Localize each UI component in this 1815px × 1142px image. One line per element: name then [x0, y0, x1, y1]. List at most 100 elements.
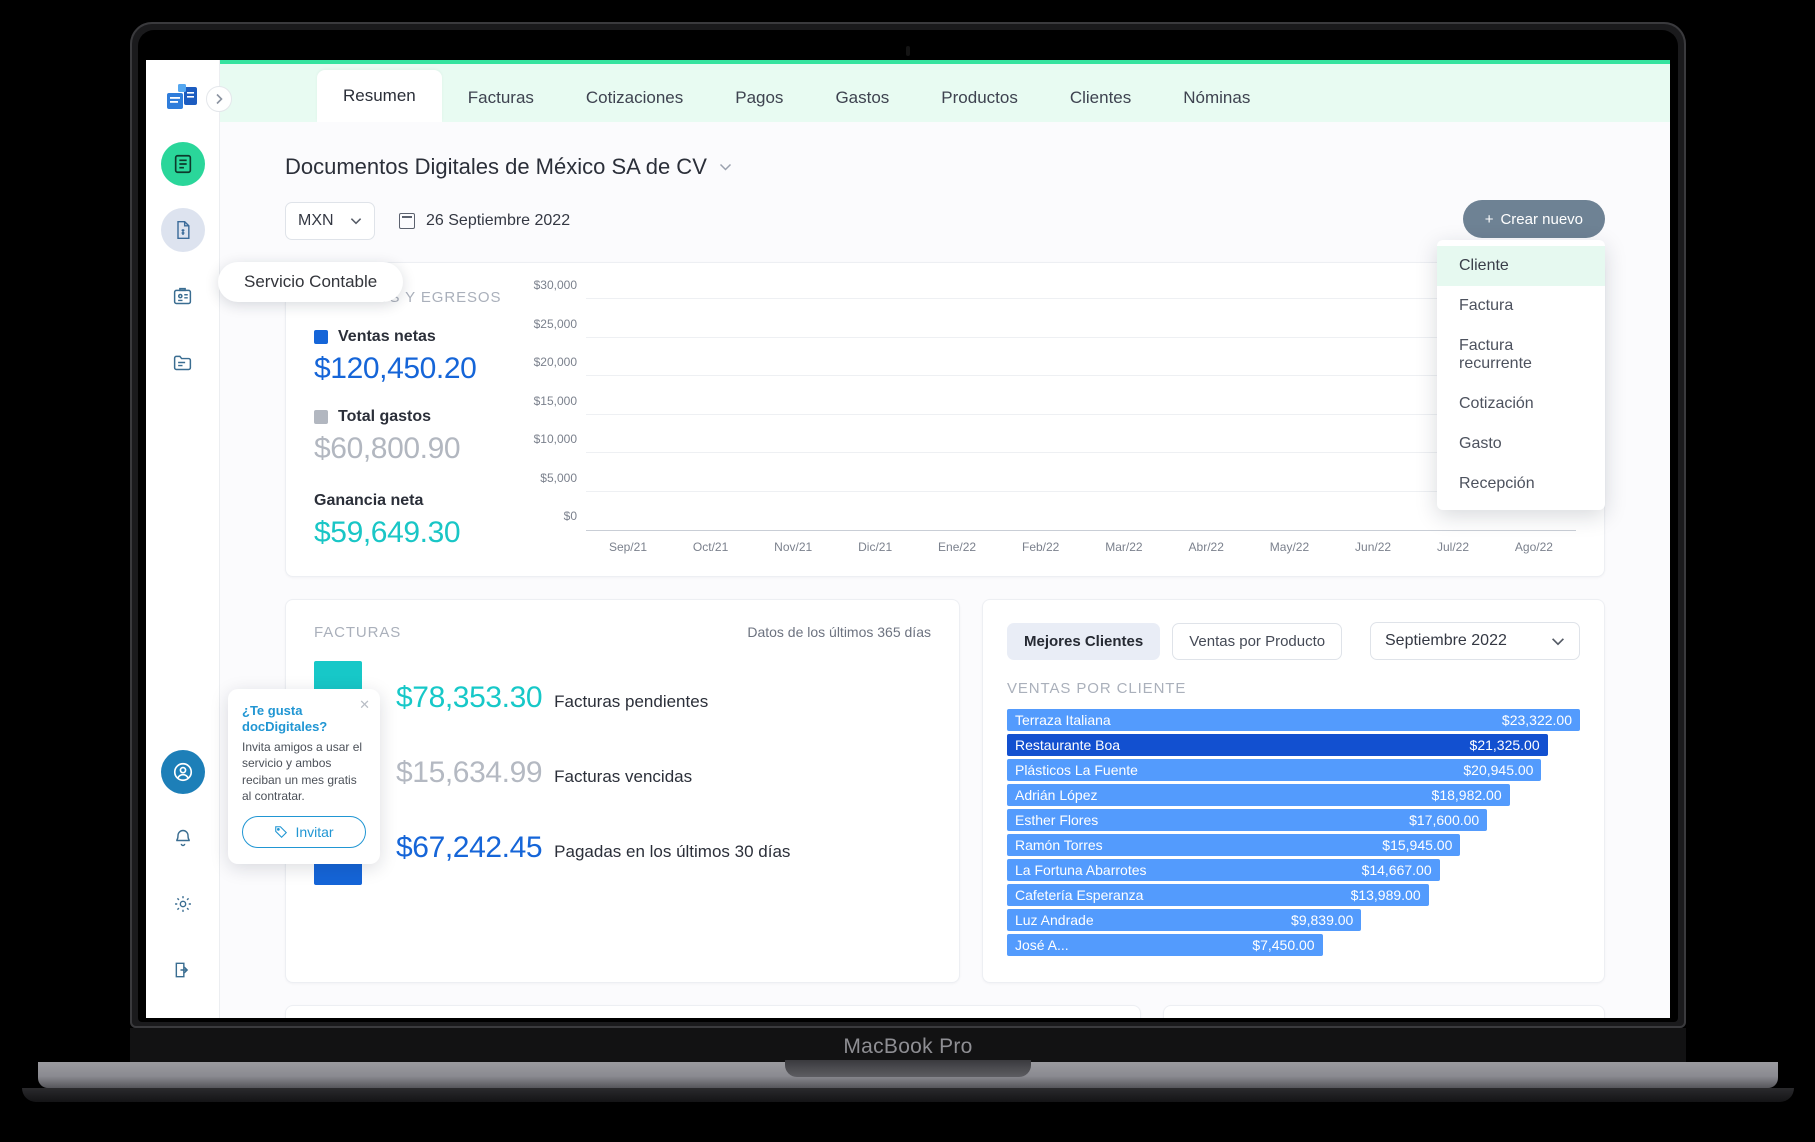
tab-nominas[interactable]: Nóminas: [1157, 74, 1276, 122]
menu-item-cliente[interactable]: Cliente: [1437, 246, 1605, 286]
facturas-row-pendientes: $78,353.30 Facturas pendientes: [396, 681, 931, 715]
gastos-categoria-card: PRINCIPALES GASTOS POR CATEGORÍA Datos d…: [285, 1005, 1142, 1018]
page-title: Documentos Digitales de México SA de CV: [285, 154, 707, 179]
menu-item-gasto[interactable]: Gasto: [1437, 424, 1605, 464]
client-name: Esther Flores: [1014, 812, 1099, 828]
menu-item-factura[interactable]: Factura: [1437, 286, 1605, 326]
facturas-rows: $78,353.30 Facturas pendientes $15,634.9…: [362, 661, 931, 885]
tab-bar: Resumen Facturas Cotizaciones Pagos Gast…: [220, 60, 1670, 122]
chart-y-tick: $10,000: [533, 432, 577, 447]
main-content: Documentos Digitales de México SA de CV …: [220, 122, 1670, 1018]
create-new-button[interactable]: + Crear nuevo: [1462, 200, 1605, 238]
tab-ventas-por-producto[interactable]: Ventas por Producto: [1172, 622, 1343, 660]
client-value: $17,600.00: [1409, 812, 1480, 828]
client-value: $23,322.00: [1501, 712, 1572, 728]
legend-swatch-gastos: [314, 410, 328, 424]
client-value: $9,839.00: [1291, 912, 1354, 928]
facturas-value-pagadas: $67,242.45: [396, 830, 543, 864]
client-name: Ramón Torres: [1014, 837, 1103, 853]
client-value: $14,667.00: [1361, 862, 1432, 878]
chart-x-tick: Ene/22: [938, 540, 977, 554]
client-value: $15,945.00: [1382, 837, 1453, 853]
second-row: FACTURAS Datos de los últimos 365 días $…: [285, 599, 1605, 983]
client-bar-row[interactable]: La Fortuna Abarrotes $14,667.00: [1006, 859, 1440, 881]
chevron-down-icon: [350, 218, 362, 225]
client-bar-row[interactable]: Terraza Italiana $23,322.00: [1006, 709, 1580, 731]
ganancia-neta-label: Ganancia neta: [314, 492, 424, 509]
chart-gridline: [586, 336, 1576, 338]
tab-cotizaciones[interactable]: Cotizaciones: [560, 74, 709, 122]
close-icon[interactable]: ✕: [359, 697, 370, 713]
date-value: 26 Septiembre 2022: [426, 212, 571, 229]
chevron-down-icon: [1552, 637, 1564, 645]
tab-productos[interactable]: Productos: [915, 74, 1044, 122]
chart-y-tick: $5,000: [540, 470, 577, 485]
tab-mejores-clientes[interactable]: Mejores Clientes: [1006, 622, 1161, 660]
client-bar-row[interactable]: Restaurante Boa $21,325.00: [1006, 734, 1548, 756]
facturas-row-vencidas: $15,634.99 Facturas vencidas: [396, 756, 931, 790]
client-bar-row[interactable]: Ramón Torres $15,945.00: [1006, 834, 1461, 856]
sidebar-item-configuracion[interactable]: [161, 882, 205, 926]
client-value: $18,982.00: [1431, 787, 1502, 803]
sidebar-collapse-button[interactable]: [206, 86, 232, 112]
cotizaciones-card: COTIZACIONES GENERADAS: [1163, 1005, 1605, 1018]
sidebar-item-servicio-contable[interactable]: [160, 208, 205, 252]
facturas-label-vencidas: Facturas vencidas: [554, 766, 693, 786]
chart-gridline: [586, 413, 1576, 415]
invite-button[interactable]: Invitar: [242, 816, 366, 848]
currency-value: MXN: [298, 212, 334, 229]
date-picker[interactable]: 26 Septiembre 2022: [399, 212, 570, 230]
chart-x-tick: Oct/21: [692, 540, 729, 554]
ventas-netas-value: $120,450.20: [314, 352, 477, 385]
app-window: Servicio Contable Resumen Facturas Cotiz…: [146, 60, 1670, 1018]
legend-label-gastos: Total gastos: [338, 408, 432, 425]
client-bar-row[interactable]: Cafetería Esperanza $13,989.00: [1006, 884, 1429, 906]
client-value: $13,989.00: [1350, 887, 1421, 903]
tag-icon: [275, 826, 288, 839]
client-name: Cafetería Esperanza: [1014, 887, 1144, 903]
chart-x-tick: Jul/22: [1436, 540, 1470, 554]
chart-gridline: [586, 452, 1576, 454]
chart-x-tick: Ago/22: [1514, 540, 1553, 554]
client-bar-row[interactable]: José A... $7,450.00: [1006, 934, 1323, 956]
docdigitales-logo-icon[interactable]: [162, 78, 204, 120]
sidebar-bottom-group: [160, 750, 205, 1018]
calendar-icon: [399, 213, 415, 229]
chart-y-tick: $25,000: [533, 316, 577, 331]
ingresos-summary: INGRESOS Y EGRESOS Ventas netas $120,450…: [314, 289, 514, 554]
sidebar-item-archivos[interactable]: [161, 340, 205, 384]
tab-pagos[interactable]: Pagos: [709, 74, 809, 122]
legend-total-gastos: Total gastos: [314, 408, 514, 426]
tab-gastos[interactable]: Gastos: [809, 74, 915, 122]
facturas-label-pendientes: Facturas pendientes: [554, 692, 709, 712]
sidebar-item-nomina[interactable]: [161, 274, 205, 318]
client-bar-row[interactable]: Plásticos La Fuente $20,945.00: [1006, 759, 1542, 781]
month-select[interactable]: Septiembre 2022: [1370, 622, 1580, 660]
tab-resumen[interactable]: Resumen: [317, 70, 442, 122]
menu-item-factura-recurrente[interactable]: Factura recurrente: [1437, 326, 1605, 384]
client-name: La Fortuna Abarrotes: [1014, 862, 1147, 878]
laptop-foot: [22, 1088, 1794, 1102]
laptop-lid: Servicio Contable Resumen Facturas Cotiz…: [130, 22, 1686, 1028]
facturas-label-pagadas: Pagadas en los últimos 30 días: [554, 841, 791, 861]
chart-x-tick: Jun/22: [1355, 540, 1392, 554]
tab-clientes[interactable]: Clientes: [1044, 74, 1157, 122]
create-new-label: Crear nuevo: [1500, 210, 1583, 228]
sidebar-item-facturacion[interactable]: [160, 142, 205, 186]
sidebar-item-notificaciones[interactable]: [161, 816, 205, 860]
device-label: MacBook Pro: [843, 1035, 973, 1058]
menu-item-recepcion[interactable]: Recepción: [1437, 464, 1605, 504]
menu-item-cotizacion[interactable]: Cotización: [1437, 384, 1605, 424]
organization-selector[interactable]: Documentos Digitales de México SA de CV: [260, 154, 1630, 180]
sidebar-item-salir[interactable]: [161, 948, 205, 992]
filter-row: MXN 26 Septiembre 2022 + Crear nuevo Cli…: [260, 200, 1630, 510]
client-bar-row[interactable]: Esther Flores $17,600.00: [1006, 809, 1488, 831]
legend-swatch-ventas: [314, 330, 328, 344]
currency-select[interactable]: MXN: [285, 202, 375, 240]
ventas-por-cliente-list: Terraza Italiana $23,322.00 Restaurante Bo…: [1006, 709, 1580, 956]
client-bar-row[interactable]: Adrián López $18,982.00: [1006, 784, 1510, 806]
sidebar-item-perfil[interactable]: [160, 750, 205, 794]
client-bar-row[interactable]: Luz Andrade $9,839.00: [1006, 909, 1362, 931]
invite-body: Invita amigos a usar el servicio y ambos…: [242, 740, 363, 803]
tab-facturas[interactable]: Facturas: [442, 74, 560, 122]
